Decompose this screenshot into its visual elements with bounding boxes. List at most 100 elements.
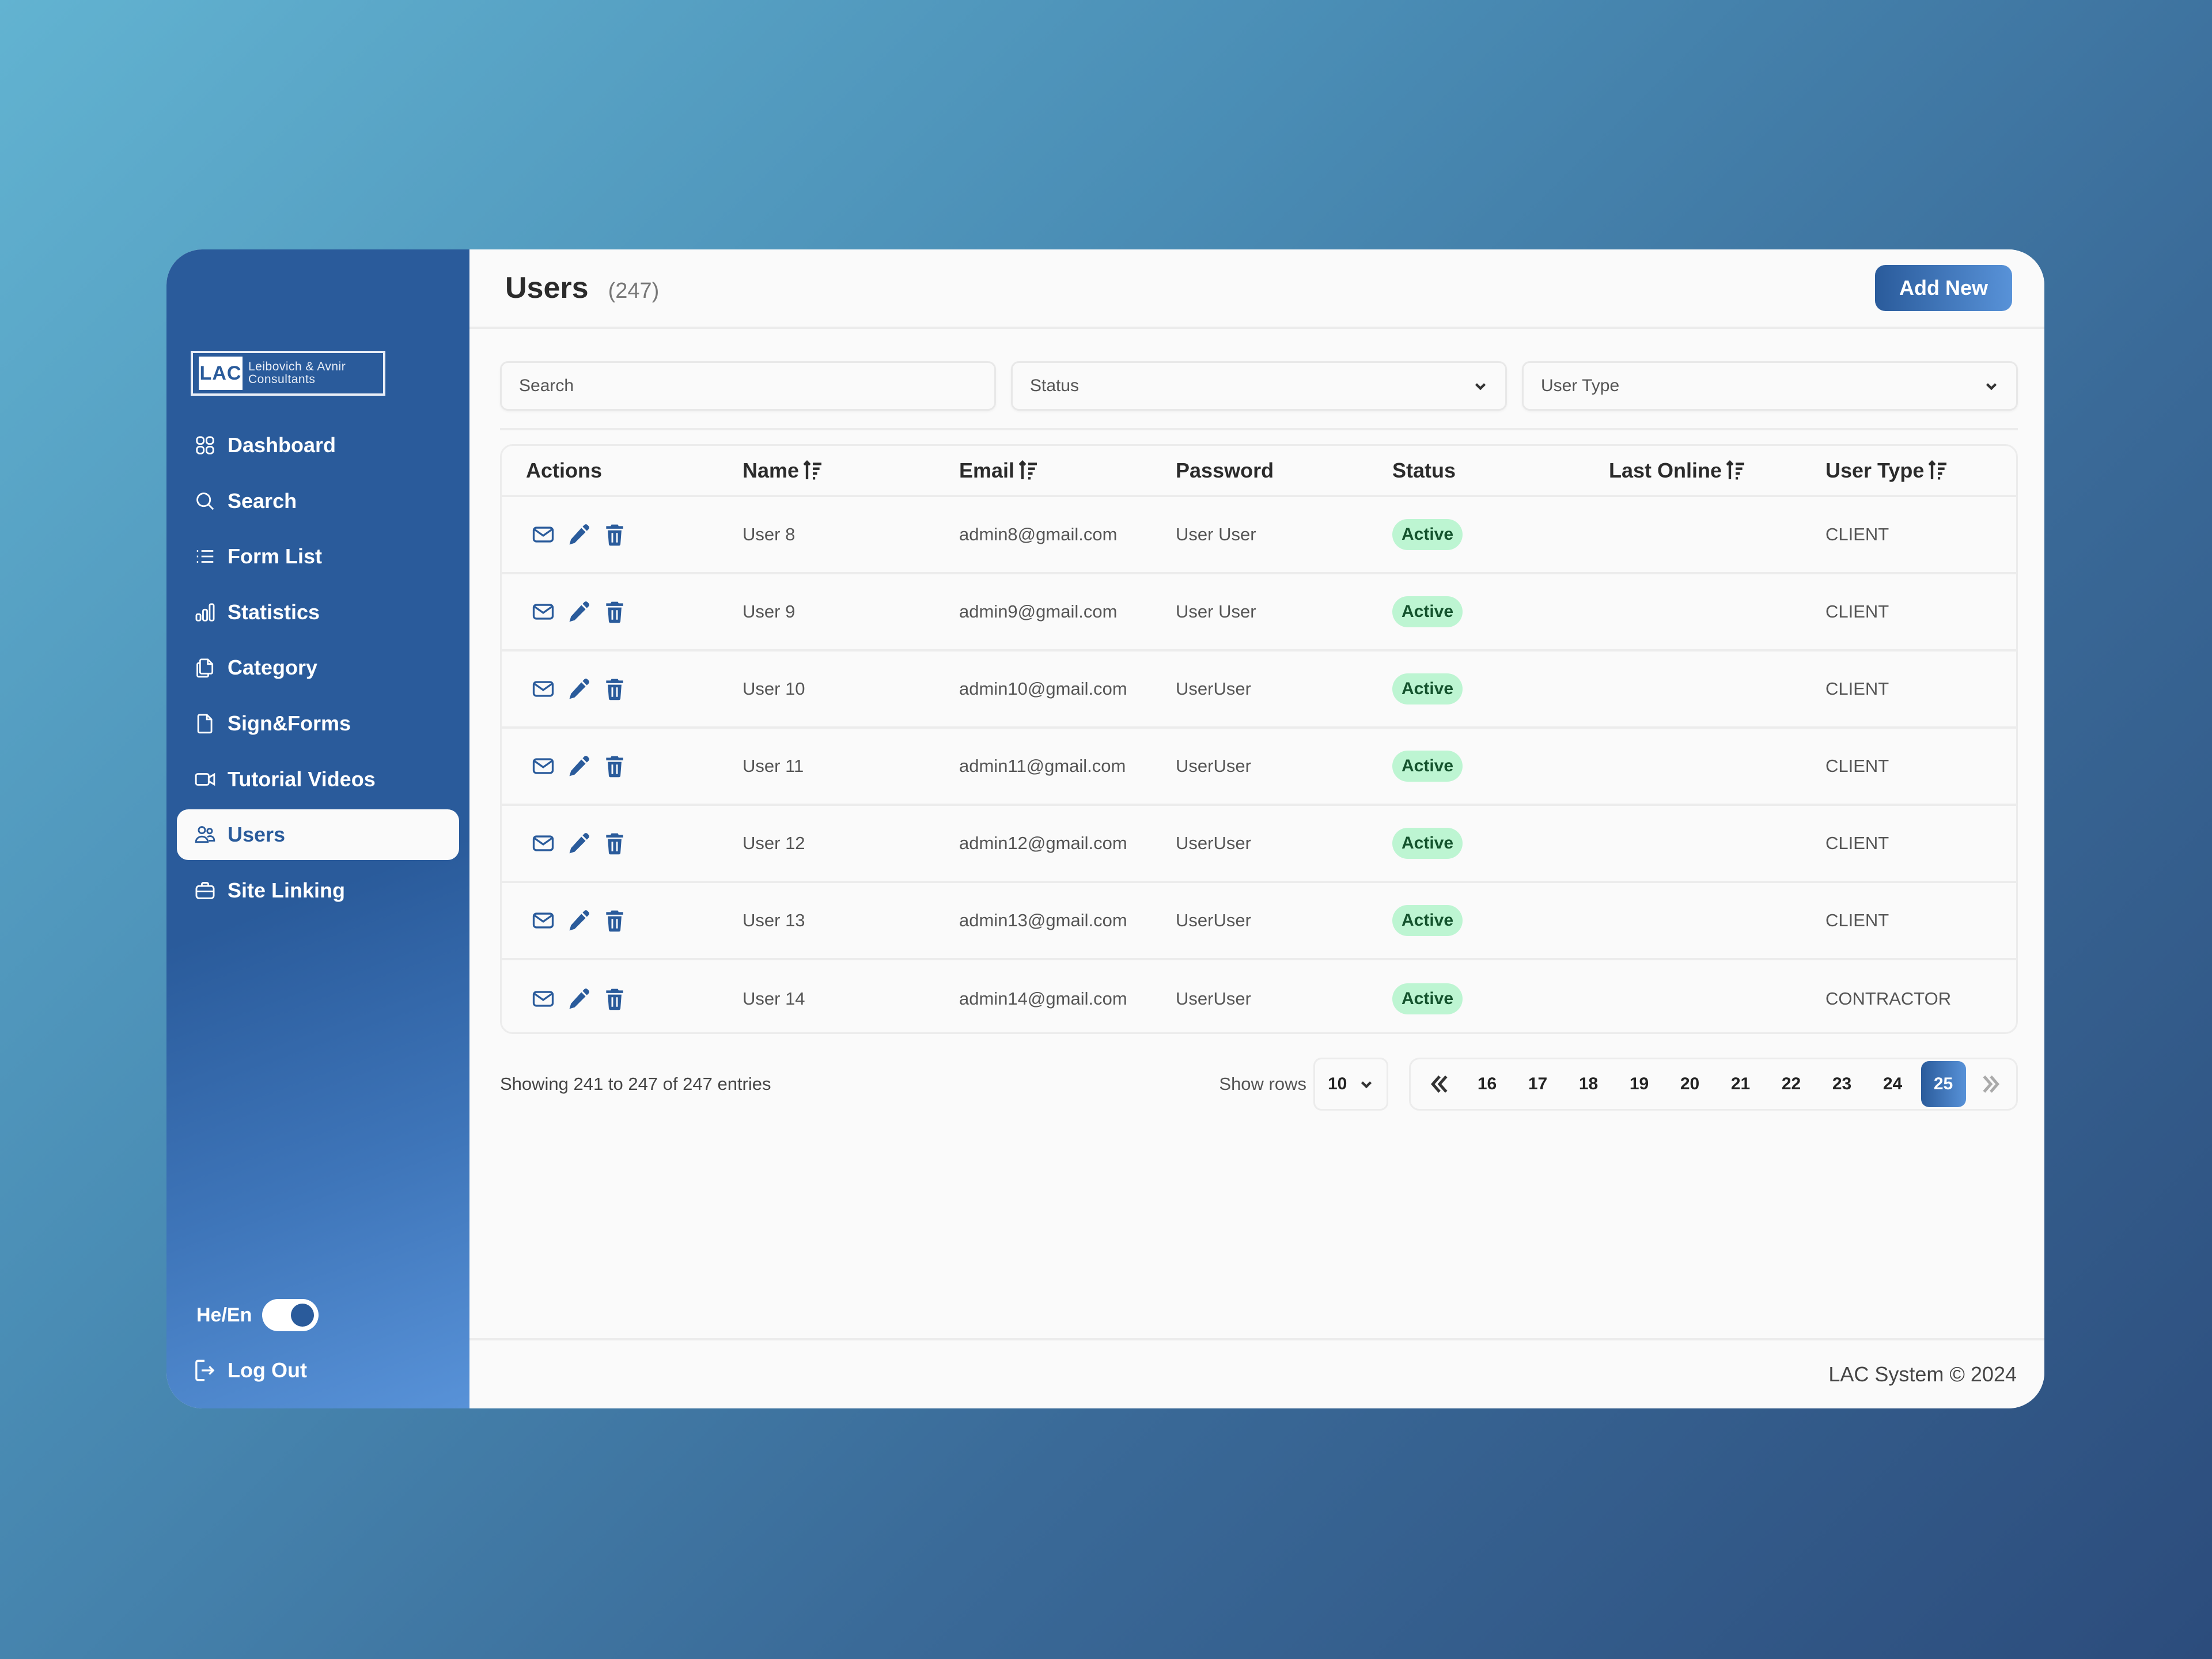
double-chevron-right-icon <box>1983 1075 1999 1093</box>
edit-pencil-icon[interactable] <box>566 986 592 1012</box>
send-email-icon[interactable] <box>531 753 556 779</box>
row-actions <box>502 522 718 547</box>
edit-pencil-icon[interactable] <box>566 599 592 624</box>
cell-name: User 8 <box>743 524 796 544</box>
cell-user-type: CLIENT <box>1825 679 1889 699</box>
edit-pencil-icon[interactable] <box>566 676 592 702</box>
page-button[interactable]: 24 <box>1870 1061 1915 1107</box>
next-pages-button[interactable] <box>1974 1067 2008 1101</box>
filter-bar: Status User Type <box>500 361 2018 430</box>
page-button[interactable]: 23 <box>1820 1061 1865 1107</box>
pagination: 16 17 18 19 20 21 22 23 24 25 <box>1409 1058 2018 1111</box>
user-type-select-value: User Type <box>1541 376 1620 395</box>
sort-icon[interactable] <box>1017 459 1040 482</box>
cell-status: Active <box>1368 828 1585 859</box>
send-email-icon[interactable] <box>531 986 556 1012</box>
document-icon <box>193 711 217 736</box>
company-logo[interactable]: LAC Leibovich & Avnir Consultants <box>191 351 385 396</box>
page-button[interactable]: 18 <box>1566 1061 1611 1107</box>
main-content: Users (247) Add New Status User Type Act… <box>469 249 2044 1408</box>
cell-password: UserUser <box>1176 679 1251 699</box>
table-row: User 12 admin12@gmail.com UserUser Active CL… <box>502 806 2016 883</box>
sidebar-item-category[interactable]: Category <box>177 642 459 693</box>
send-email-icon[interactable] <box>531 831 556 856</box>
page-button[interactable]: 22 <box>1769 1061 1814 1107</box>
edit-pencil-icon[interactable] <box>566 522 592 547</box>
logo-text: Leibovich & Avnir Consultants <box>248 361 346 386</box>
rows-per-page-select[interactable]: 10 <box>1313 1058 1388 1111</box>
previous-pages-button[interactable] <box>1422 1067 1457 1101</box>
sidebar-item-sign-forms[interactable]: Sign&Forms <box>177 698 459 749</box>
column-header-label: Password <box>1176 458 1274 482</box>
cell-name: User 12 <box>743 833 805 853</box>
cell-status: Active <box>1368 905 1585 936</box>
language-toggle[interactable] <box>262 1299 319 1331</box>
page-footer: LAC System © 2024 <box>469 1338 2044 1408</box>
page-button[interactable]: 20 <box>1668 1061 1713 1107</box>
rows-per-page-value: 10 <box>1328 1074 1347 1093</box>
send-email-icon[interactable] <box>531 522 556 547</box>
cell-email: admin13@gmail.com <box>959 910 1127 930</box>
sidebar-item-label: Category <box>228 656 318 680</box>
sort-icon[interactable] <box>801 459 824 482</box>
sidebar-item-label: Site Linking <box>228 878 346 902</box>
chevron-down-icon <box>1473 378 1488 393</box>
sidebar-item-users[interactable]: Users <box>177 809 459 861</box>
page-button[interactable]: 17 <box>1516 1061 1560 1107</box>
status-badge: Active <box>1392 828 1463 859</box>
page-button[interactable]: 25 <box>1921 1061 1966 1107</box>
sidebar-item-label: Users <box>228 823 286 847</box>
send-email-icon[interactable] <box>531 599 556 624</box>
delete-trash-icon[interactable] <box>602 522 627 547</box>
delete-trash-icon[interactable] <box>602 908 627 933</box>
sidebar-item-search[interactable]: Search <box>177 476 459 527</box>
sidebar-item-site-linking[interactable]: Site Linking <box>177 865 459 916</box>
entries-info: Showing 241 to 247 of 247 entries <box>500 1074 771 1094</box>
users-icon <box>193 823 217 847</box>
table-row: User 8 admin8@gmail.com User User Active CLI… <box>502 497 2016 574</box>
add-new-button[interactable]: Add New <box>1875 265 2012 311</box>
delete-trash-icon[interactable] <box>602 753 627 779</box>
logout-button[interactable]: Log Out <box>193 1358 307 1383</box>
logout-icon <box>195 1359 215 1381</box>
column-header-user-type[interactable]: User Type <box>1801 459 2016 483</box>
send-email-icon[interactable] <box>531 908 556 933</box>
pagination-bar: Showing 241 to 247 of 247 entries Show r… <box>500 1058 2018 1111</box>
page-button[interactable]: 19 <box>1617 1061 1662 1107</box>
sidebar-item-label: Dashboard <box>228 433 336 457</box>
user-type-select[interactable]: User Type <box>1522 361 2018 411</box>
status-select[interactable]: Status <box>1011 361 1507 411</box>
cell-user-type: CLIENT <box>1825 833 1889 853</box>
app-window: LAC Leibovich & Avnir Consultants Dashbo… <box>166 249 2044 1408</box>
sidebar-item-form-list[interactable]: Form List <box>177 531 459 582</box>
edit-pencil-icon[interactable] <box>566 908 592 933</box>
column-header-last-online[interactable]: Last Online <box>1585 459 1801 483</box>
sidebar-item-label: Sign&Forms <box>228 711 351 735</box>
cell-email: admin9@gmail.com <box>959 601 1118 622</box>
edit-pencil-icon[interactable] <box>566 831 592 856</box>
column-header-email[interactable]: Email <box>935 459 1152 483</box>
chevron-down-icon <box>1984 378 1999 393</box>
page-button[interactable]: 16 <box>1465 1061 1510 1107</box>
sort-icon[interactable] <box>1724 459 1747 482</box>
sort-icon[interactable] <box>1926 459 1949 482</box>
delete-trash-icon[interactable] <box>602 599 627 624</box>
cell-email: admin12@gmail.com <box>959 833 1127 853</box>
show-rows-label: Show rows <box>1219 1074 1306 1094</box>
sidebar-item-statistics[interactable]: Statistics <box>177 587 459 638</box>
column-header-name[interactable]: Name <box>718 459 935 483</box>
delete-trash-icon[interactable] <box>602 831 627 856</box>
delete-trash-icon[interactable] <box>602 986 627 1012</box>
sidebar-item-dashboard[interactable]: Dashboard <box>177 420 459 471</box>
sidebar-item-tutorial-videos[interactable]: Tutorial Videos <box>177 754 459 805</box>
cell-password: UserUser <box>1176 988 1251 1009</box>
cell-password: User User <box>1176 601 1256 622</box>
status-badge: Active <box>1392 905 1463 936</box>
search-input[interactable] <box>519 376 977 396</box>
double-chevron-left-icon <box>1431 1075 1448 1093</box>
delete-trash-icon[interactable] <box>602 676 627 702</box>
cell-status: Active <box>1368 673 1585 704</box>
send-email-icon[interactable] <box>531 676 556 702</box>
page-button[interactable]: 21 <box>1718 1061 1763 1107</box>
edit-pencil-icon[interactable] <box>566 753 592 779</box>
